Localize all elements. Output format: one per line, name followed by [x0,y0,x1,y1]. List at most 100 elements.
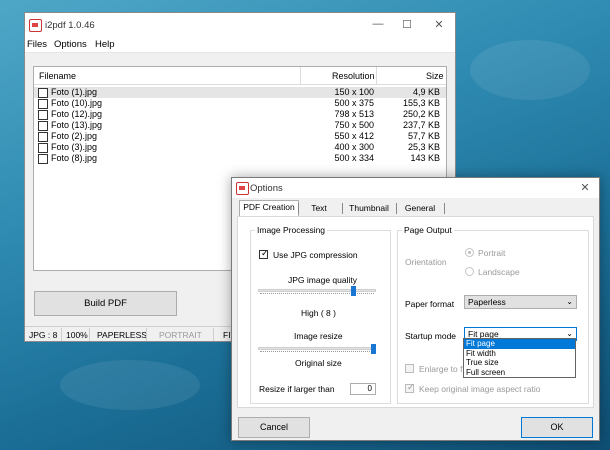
file-checkbox[interactable] [38,143,48,153]
orientation-label: Orientation [405,257,447,267]
slider-ticks [260,351,374,355]
main-titlebar: i2pdf 1.0.46 — ☐ ✕ [25,13,455,37]
file-resolution: 500 x 375 [334,98,374,108]
paper-format-select[interactable]: Paperless ⌄ [464,295,577,309]
keep-aspect-checkbox[interactable]: ✓ [405,382,415,393]
image-resize-value: Original size [295,358,342,368]
column-size[interactable]: Size [426,71,444,81]
tab-text[interactable]: Text [304,202,334,216]
startup-option[interactable]: Full screen [464,368,575,378]
status-orientation: PORTRAIT [159,330,202,340]
tab-thumbnail[interactable]: Thumbnail [346,202,392,216]
chevron-down-icon: ⌄ [566,297,573,306]
file-checkbox[interactable] [38,121,48,131]
landscape-label: Landscape [478,267,520,277]
file-resolution: 150 x 100 [334,87,374,97]
image-resize-track[interactable] [258,347,376,350]
landscape-radio[interactable] [465,267,474,276]
list-header: Filename Resolution Size [34,67,446,85]
menu-files[interactable]: Files [27,39,47,50]
close-icon[interactable]: ✕ [429,18,449,31]
slider-ticks [260,293,374,297]
menu-options[interactable]: Options [54,39,87,50]
file-row[interactable]: Foto (13).jpg 750 x 500 237,7 KB [34,120,446,131]
file-name: Foto (13).jpg [51,120,103,130]
startup-mode-label: Startup mode [405,331,457,341]
file-name: Foto (2).jpg [51,131,98,141]
column-resolution[interactable]: Resolution [332,71,375,81]
menu-bar: Files Options Help [25,37,455,53]
file-name: Foto (12).jpg [51,109,103,119]
check-icon: ✓ [261,248,269,258]
enlarge-to-fit-label: Enlarge to fit [419,364,467,374]
file-checkbox[interactable] [38,88,48,98]
status-paper: PAPERLESS [97,330,147,340]
file-resolution: 798 x 513 [334,109,374,119]
maximize-icon[interactable]: ☐ [397,18,417,31]
jpg-compression-checkbox[interactable]: ✓ [259,248,269,259]
file-row[interactable]: Foto (12).jpg 798 x 513 250,2 KB [34,109,446,120]
file-resolution: 750 x 500 [334,120,374,130]
enlarge-to-fit-checkbox[interactable] [405,364,414,373]
jpg-compression-label: Use JPG compression [273,250,358,260]
file-checkbox[interactable] [38,99,48,109]
column-divider[interactable] [376,67,377,84]
status-jpg-count: JPG : 8 [29,330,58,340]
image-resize-label: Image resize [294,331,343,341]
column-filename[interactable]: Filename [39,71,76,81]
keep-aspect-label: Keep original image aspect ratio [419,384,541,394]
file-size: 155,3 KB [402,98,440,108]
startup-option[interactable]: True size [464,358,575,368]
build-pdf-button[interactable]: Build PDF [34,291,177,316]
window-title: i2pdf 1.0.46 [45,20,95,31]
resize-value-field[interactable]: 0 [350,383,376,395]
startup-option[interactable]: Fit width [464,349,575,359]
jpg-quality-track[interactable] [258,289,376,292]
file-checkbox[interactable] [38,110,48,120]
tab-general[interactable]: General [402,202,438,216]
jpg-quality-slider-thumb[interactable] [350,286,356,296]
startup-option[interactable]: Fit page [464,339,575,349]
paper-format-value: Paperless [468,297,506,307]
image-resize-slider-thumb[interactable] [371,344,376,354]
file-size: 237,7 KB [402,120,440,130]
group-title: Page Output [402,225,454,235]
cancel-button[interactable]: Cancel [238,417,310,438]
paper-format-label: Paper format [405,299,455,309]
group-title: Image Processing [255,225,328,235]
file-row[interactable]: Foto (10).jpg 500 x 375 155,3 KB [34,98,446,109]
desktop-light [470,40,590,100]
close-icon[interactable]: ✕ [575,181,595,194]
file-size: 25,3 KB [407,142,440,152]
file-size: 57,7 KB [407,131,440,141]
ok-button[interactable]: OK [521,417,593,438]
menu-help[interactable]: Help [95,39,115,50]
tab-pdf-creation[interactable]: PDF Creation [239,200,299,217]
jpg-quality-label: JPG image quality [288,275,357,285]
resize-if-larger-label: Resize if larger than [259,384,335,394]
portrait-radio[interactable] [465,248,474,257]
file-row[interactable]: Foto (8).jpg 500 x 334 143 KB [34,153,446,164]
file-row[interactable]: Foto (1).jpg 150 x 100 4,9 KB [34,87,446,98]
check-icon: ✓ [407,382,415,392]
startup-mode-dropdown: Fit page Fit width True size Full screen [463,338,576,378]
file-resolution: 500 x 334 [334,153,374,163]
file-checkbox[interactable] [38,132,48,142]
column-divider[interactable] [300,67,301,84]
desktop-light [60,360,200,410]
file-size: 250,2 KB [402,109,440,119]
tab-panel: Image Processing ✓ Use JPG compression J… [237,216,594,408]
file-row[interactable]: Foto (2).jpg 550 x 412 57,7 KB [34,131,446,142]
jpg-quality-value: High ( 8 ) [301,308,336,318]
file-row[interactable]: Foto (3).jpg 400 x 300 25,3 KB [34,142,446,153]
app-icon [236,182,249,195]
file-name: Foto (3).jpg [51,142,98,152]
app-icon [29,19,42,32]
minimize-icon[interactable]: — [368,18,388,30]
status-zoom: 100% [66,330,88,340]
file-resolution: 400 x 300 [334,142,374,152]
file-resolution: 550 x 412 [334,131,374,141]
file-name: Foto (10).jpg [51,98,103,108]
file-checkbox[interactable] [38,154,48,164]
file-size: 143 KB [410,153,440,163]
